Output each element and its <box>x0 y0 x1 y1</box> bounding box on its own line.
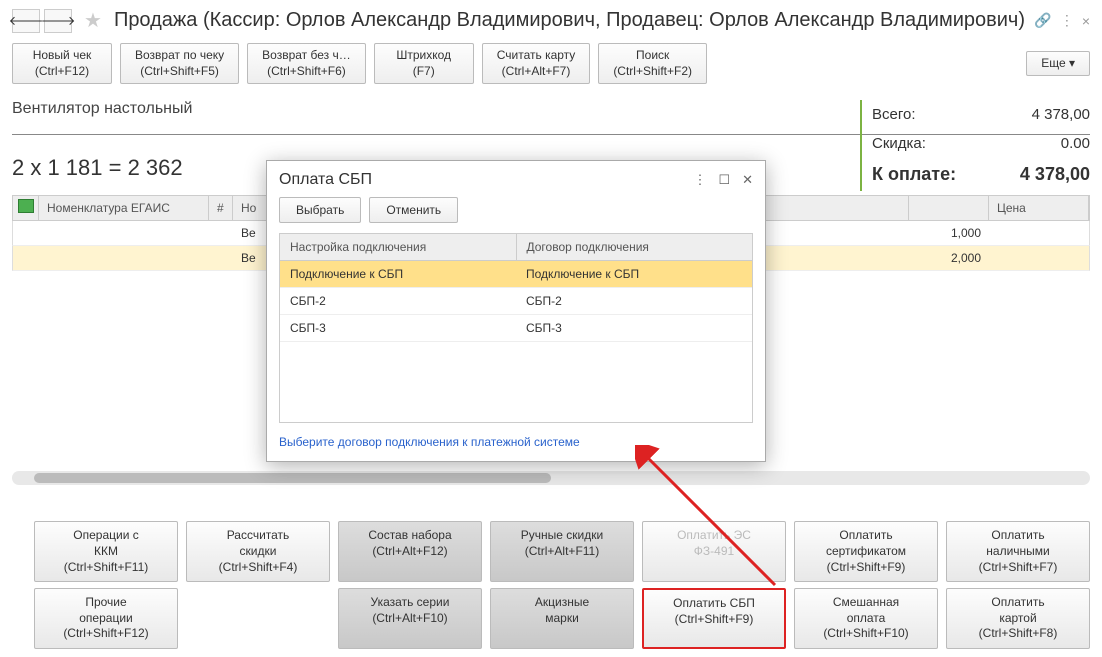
col-number[interactable]: # <box>209 196 233 220</box>
kkm-ops-button[interactable]: Операции с ККМ (Ctrl+Shift+F11) <box>34 521 178 582</box>
dialog-menu-icon[interactable]: ⋮ <box>693 172 706 188</box>
discount-label: Скидка: <box>872 135 926 152</box>
total-value: 4 378,00 <box>1032 106 1090 123</box>
more-button[interactable]: Еще ▾ <box>1026 51 1090 77</box>
excise-stamps-button[interactable]: Акцизные марки <box>490 588 634 649</box>
return-check-button[interactable]: Возврат по чеку (Ctrl+Shift+F5) <box>120 43 239 84</box>
due-label: К оплате: <box>872 164 956 185</box>
dialog-cancel-button[interactable]: Отменить <box>369 197 458 223</box>
pay-es-button: Оплатить ЭС ФЗ-491 <box>642 521 786 582</box>
mixed-payment-button[interactable]: Смешанная оплата (Ctrl+Shift+F10) <box>794 588 938 649</box>
barcode-button[interactable]: Штрихкод (F7) <box>374 43 474 84</box>
dialog-title: Оплата СБП <box>279 171 693 189</box>
sbp-payment-dialog: Оплата СБП ⋮ ☐ ✕ Выбрать Отменить Настро… <box>266 160 766 462</box>
totals-panel: Всего: 4 378,00 Скидка: 0.00 К оплате: 4… <box>860 100 1090 191</box>
col-qty[interactable] <box>909 196 989 220</box>
pay-cash-button[interactable]: Оплатить наличными (Ctrl+Shift+F7) <box>946 521 1090 582</box>
nav-back-button[interactable]: 🡐 <box>12 9 40 33</box>
close-icon[interactable]: × <box>1082 13 1090 29</box>
dialog-hint: Выберите договор подключения к платежной… <box>267 423 765 461</box>
pay-sbp-button[interactable]: Оплатить СБП (Ctrl+Shift+F9) <box>642 588 786 649</box>
dialog-row[interactable]: Подключение к СБП Подключение к СБП <box>280 261 752 288</box>
link-icon[interactable]: 🔗 <box>1034 12 1051 29</box>
manual-discounts-button[interactable]: Ручные скидки (Ctrl+Alt+F11) <box>490 521 634 582</box>
set-composition-button[interactable]: Состав набора (Ctrl+Alt+F12) <box>338 521 482 582</box>
page-title: Продажа (Кассир: Орлов Александр Владими… <box>114 9 1026 32</box>
dialog-row[interactable]: СБП-2 СБП-2 <box>280 288 752 315</box>
favorite-star-icon[interactable]: ★ <box>84 8 102 33</box>
new-check-button[interactable]: Новый чек (Ctrl+F12) <box>12 43 112 84</box>
dialog-row[interactable]: СБП-3 СБП-3 <box>280 315 752 342</box>
other-ops-button[interactable]: Прочие операции (Ctrl+Shift+F12) <box>34 588 178 649</box>
col-nomenclature[interactable]: Номенклатура ЕГАИС <box>39 196 209 220</box>
more-menu-icon[interactable]: ⋮ <box>1060 12 1074 29</box>
dialog-close-icon[interactable]: ✕ <box>742 172 753 188</box>
read-card-button[interactable]: Считать карту (Ctrl+Alt+F7) <box>482 43 591 84</box>
dialog-select-button[interactable]: Выбрать <box>279 197 361 223</box>
calc-discounts-button[interactable]: Рассчитать скидки (Ctrl+Shift+F4) <box>186 521 330 582</box>
dialog-maximize-icon[interactable]: ☐ <box>718 172 730 188</box>
total-label: Всего: <box>872 106 916 123</box>
return-no-check-button[interactable]: Возврат без ч… (Ctrl+Shift+F6) <box>247 43 366 84</box>
due-value: 4 378,00 <box>1020 164 1090 185</box>
specify-series-button[interactable]: Указать серии (Ctrl+Alt+F10) <box>338 588 482 649</box>
pay-card-button[interactable]: Оплатить картой (Ctrl+Shift+F8) <box>946 588 1090 649</box>
dialog-col-settings[interactable]: Настройка подключения <box>280 234 517 260</box>
egais-icon-header <box>13 196 39 220</box>
col-price[interactable]: Цена <box>989 196 1089 220</box>
horizontal-scrollbar[interactable] <box>12 471 1090 485</box>
dialog-col-contract[interactable]: Договор подключения <box>517 234 753 260</box>
pay-certificate-button[interactable]: Оплатить сертификатом (Ctrl+Shift+F9) <box>794 521 938 582</box>
nav-forward-button[interactable]: 🡒 <box>44 9 72 33</box>
discount-value: 0.00 <box>1061 135 1090 152</box>
search-button[interactable]: Поиск (Ctrl+Shift+F2) <box>598 43 707 84</box>
